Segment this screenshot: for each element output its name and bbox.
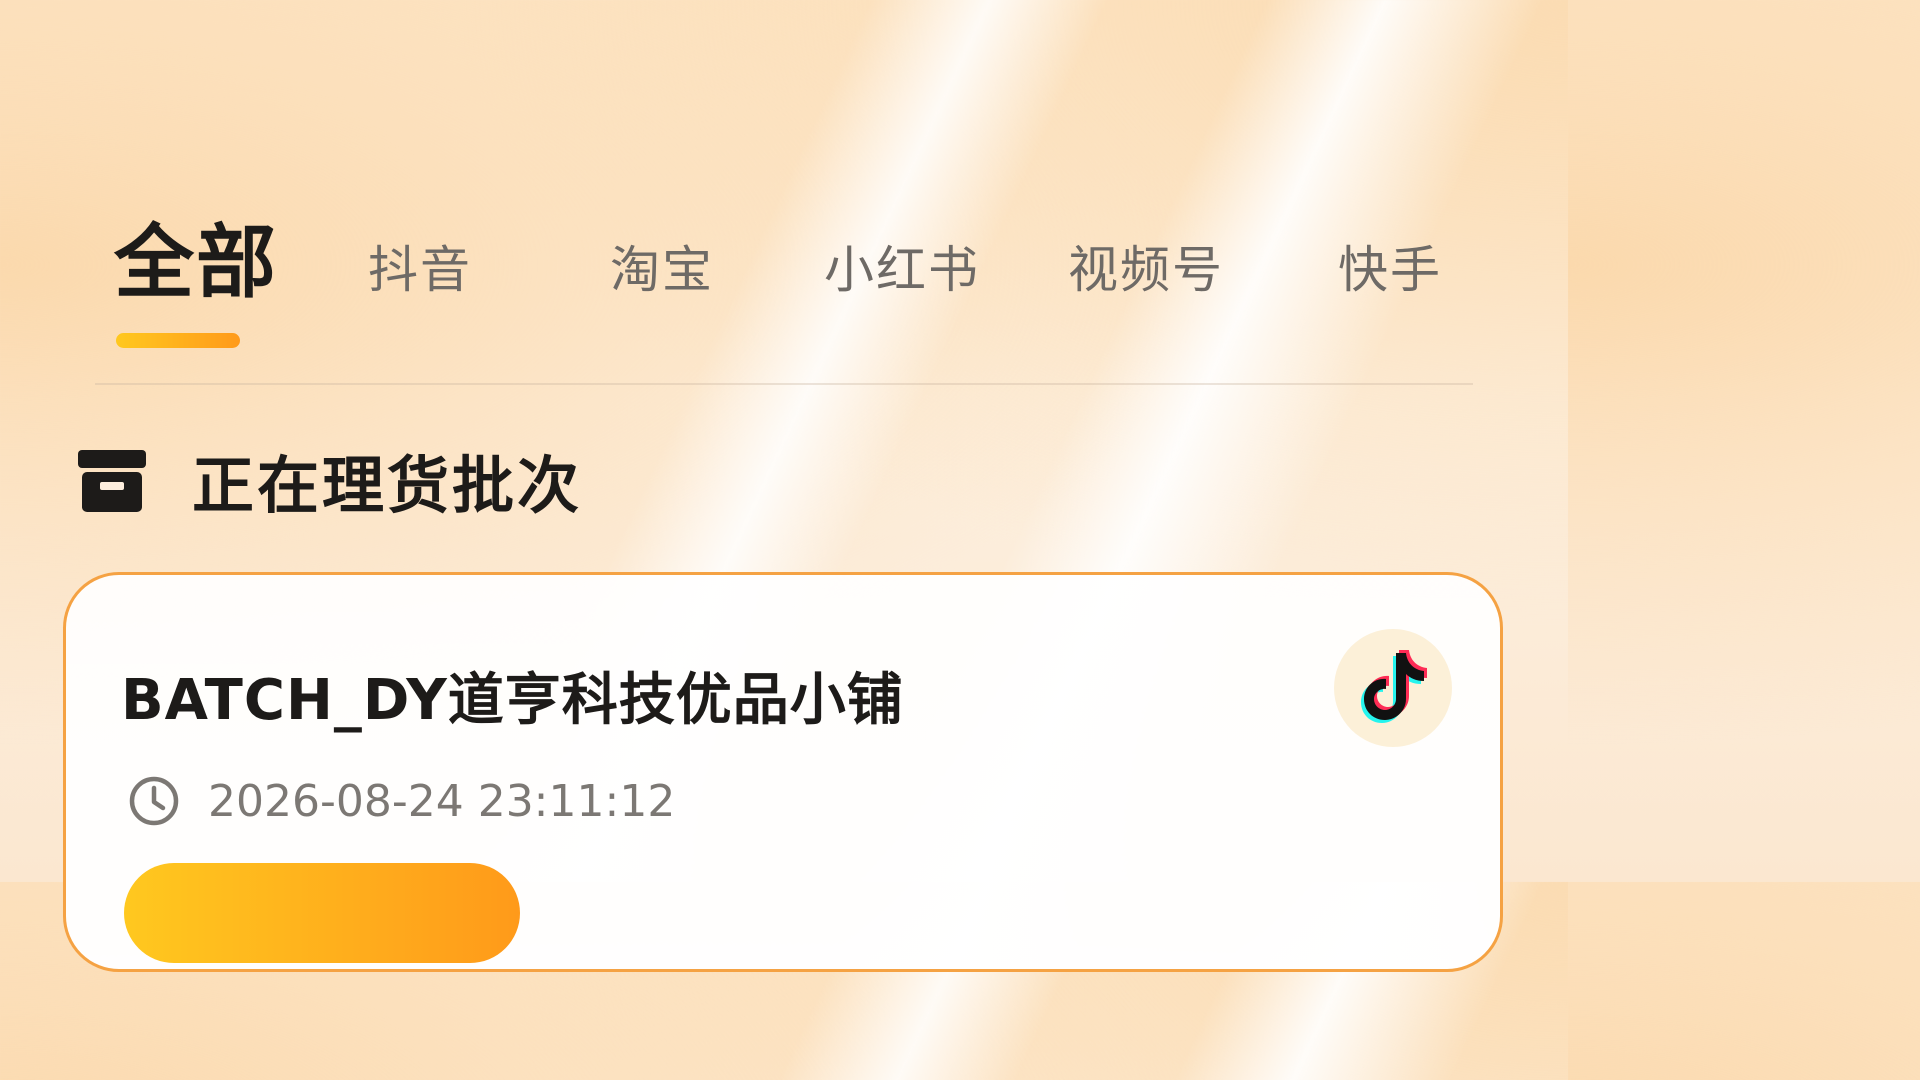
section-title: 正在理货批次 xyxy=(192,449,583,522)
tab-shipinhao[interactable]: 视频号 xyxy=(1068,230,1224,302)
clock-icon xyxy=(128,775,180,827)
section-header: 正在理货批次 xyxy=(78,440,582,522)
batch-time-row: 2026-08-24 23:11:12 xyxy=(128,771,675,831)
tab-kuaishou[interactable]: 快手 xyxy=(1338,230,1442,302)
platform-tabs: 全部 抖音 淘宝 小红书 视频号 快手 xyxy=(0,180,1568,309)
archive-box-icon xyxy=(78,446,146,514)
tabs-divider xyxy=(95,383,1473,385)
platform-badge xyxy=(1334,629,1452,747)
tab-taobao[interactable]: 淘宝 xyxy=(610,230,714,302)
batch-action-button[interactable] xyxy=(124,863,520,963)
tab-all[interactable]: 全部 xyxy=(114,198,278,314)
tab-douyin[interactable]: 抖音 xyxy=(368,230,472,302)
batch-timestamp: 2026-08-24 23:11:12 xyxy=(208,775,676,827)
batch-name: BATCH_DY道亨科技优品小铺 xyxy=(121,668,904,733)
tab-xiaohongshu[interactable]: 小红书 xyxy=(824,230,980,302)
batch-card[interactable]: BATCH_DY道亨科技优品小铺 2026-08-24 23:11:12 xyxy=(63,572,1503,972)
active-tab-indicator xyxy=(116,333,240,348)
douyin-logo-icon xyxy=(1348,641,1438,735)
